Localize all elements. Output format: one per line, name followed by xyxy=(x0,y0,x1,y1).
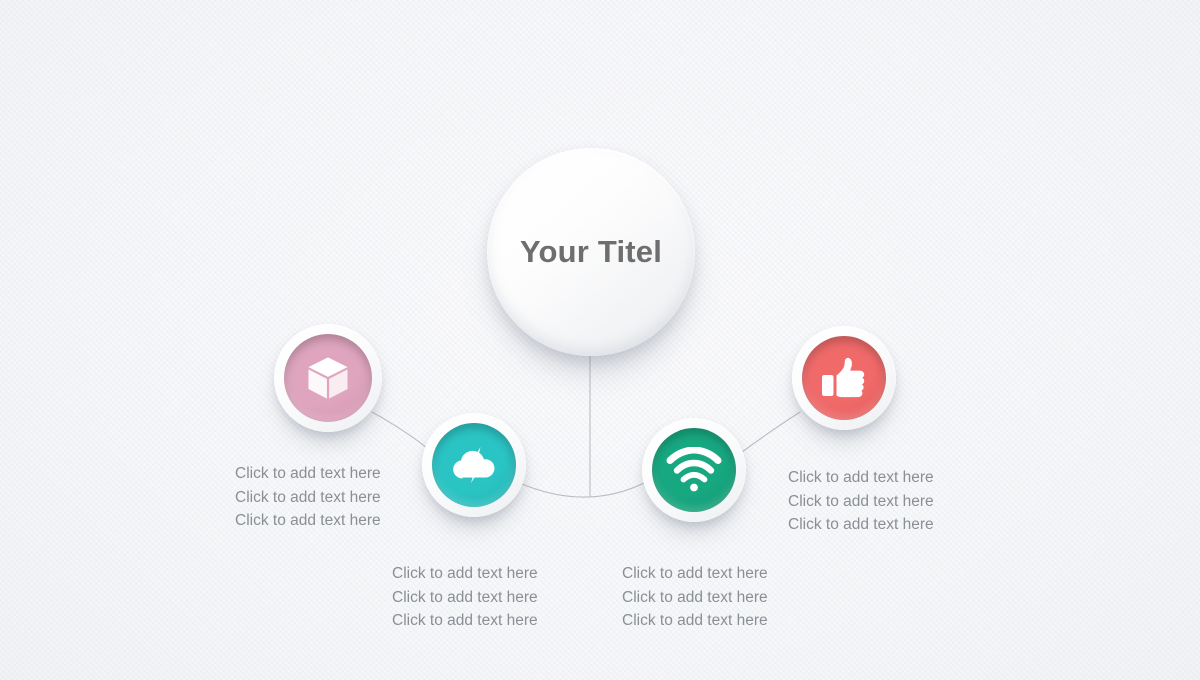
text-block-cube[interactable]: Click to add text here Click to add text… xyxy=(235,462,381,533)
text-line: Click to add text here xyxy=(622,612,768,629)
cloud-lightning-icon xyxy=(453,447,495,483)
node-cloud[interactable] xyxy=(422,413,526,517)
text-line: Click to add text here xyxy=(788,469,934,486)
center-title-circle[interactable]: Your Titel xyxy=(487,148,695,356)
cube-icon xyxy=(308,357,348,399)
text-line: Click to add text here xyxy=(235,512,381,529)
text-line: Click to add text here xyxy=(392,565,538,582)
connector-wifi-thumb xyxy=(741,411,801,453)
text-block-wifi[interactable]: Click to add text here Click to add text… xyxy=(622,562,768,633)
node-disc-thumb xyxy=(802,336,886,420)
connector-bottom-arc xyxy=(521,479,651,498)
text-line: Click to add text here xyxy=(622,588,768,606)
node-thumb[interactable] xyxy=(792,326,896,430)
text-line: Click to add text here xyxy=(235,488,381,506)
infographic-slide: Your Titel Click to add text here Click … xyxy=(0,0,1200,680)
text-line: Click to add text here xyxy=(392,588,538,606)
wifi-icon xyxy=(666,447,722,492)
node-disc-wifi xyxy=(652,428,736,512)
thumbs-up-icon xyxy=(822,357,865,398)
text-line: Click to add text here xyxy=(235,465,381,482)
text-line: Click to add text here xyxy=(622,565,768,582)
text-block-thumb[interactable]: Click to add text here Click to add text… xyxy=(788,466,934,537)
connector-cube-cloud xyxy=(371,411,433,453)
page-title: Your Titel xyxy=(519,234,663,269)
text-line: Click to add text here xyxy=(788,492,934,510)
node-cube[interactable] xyxy=(274,324,382,432)
node-disc-cube xyxy=(284,334,372,422)
text-line: Click to add text here xyxy=(788,516,934,533)
node-wifi[interactable] xyxy=(642,418,746,522)
text-line: Click to add text here xyxy=(392,612,538,629)
node-disc-cloud xyxy=(432,423,516,507)
text-block-cloud[interactable]: Click to add text here Click to add text… xyxy=(392,562,538,633)
